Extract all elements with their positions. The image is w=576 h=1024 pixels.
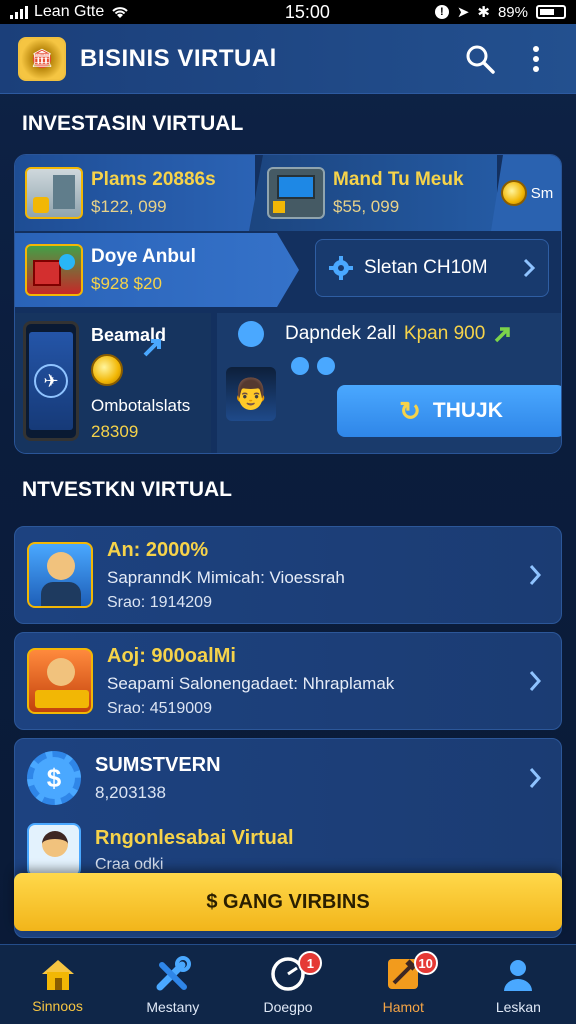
- bottom-nav: Sinnoos Mestany 1 Doegpo 10 Hamot Leskan: [0, 944, 576, 1024]
- coin-icon: [500, 180, 527, 206]
- app-bar: 🏛 BISINIS VIRTUAl: [0, 24, 576, 94]
- card-label: Sm: [530, 184, 554, 202]
- people-icon: [291, 357, 309, 375]
- item-value: 8,203138: [95, 782, 166, 802]
- nav-label: Mestany: [146, 998, 200, 1015]
- battery-percent: 89%: [497, 3, 528, 21]
- chevron-right-icon: [523, 258, 536, 278]
- item-title: Aoj: 900oalMi: [107, 644, 236, 667]
- nav-item-profile[interactable]: Leskan: [461, 945, 576, 1024]
- list-row-sumstvern[interactable]: $ SUMSTVERN 8,203138: [27, 751, 549, 805]
- wifi-icon: [112, 7, 128, 18]
- investment-card-mand[interactable]: Mand Tu Meuk $55, 099: [249, 155, 497, 231]
- item-title: Rngonlesabai Virtual: [95, 826, 294, 849]
- item-value: Srao: 1914209: [107, 593, 212, 611]
- card-title: Mand Tu Meuk: [333, 169, 464, 190]
- section-title-ntvestkn: NTVESTKN VIRTUAL: [22, 478, 232, 501]
- chevron-right-icon: [521, 667, 549, 695]
- card-value: $55, 099: [333, 197, 400, 216]
- alert-icon: !: [434, 5, 449, 19]
- investment-card-grid: Plams 20886s $122, 099 Mand Tu Meuk $55,…: [14, 154, 562, 454]
- avatar: 👨: [226, 367, 276, 421]
- chevron-right-icon: [521, 561, 549, 589]
- item-subtitle: Seapami Salonengadaet: Nhraplamak: [107, 673, 395, 693]
- card-value: 28309: [91, 422, 139, 441]
- investment-card-sm[interactable]: Sm: [491, 155, 561, 231]
- investment-card-dapndek[interactable]: 👨 Dapndek 2all Kpan 900 ↻ THUJK: [217, 313, 561, 453]
- app-title: BISINIS VIRTUAl: [80, 44, 277, 72]
- shopkeeper-icon: [27, 648, 93, 714]
- list-item[interactable]: Aoj: 900oalMi Seapami Salonengadaet: Nhr…: [14, 632, 562, 730]
- sletan-label: Sletan CH10M: [364, 257, 488, 278]
- list-row-rngonlesabai[interactable]: Rngonlesabai Virtual Craa odki: [27, 823, 549, 877]
- city-building-icon: [25, 167, 83, 219]
- sletan-button[interactable]: Sletan CH10M: [315, 239, 549, 297]
- item-title: SUMSTVERN: [95, 753, 221, 776]
- toy-shop-icon: [25, 244, 83, 296]
- carrier-label: Lean Gtte: [34, 3, 105, 20]
- businessman-icon: [27, 542, 93, 608]
- phone-icon: ✈: [23, 321, 79, 441]
- item-value: Srao: 4519009: [107, 699, 212, 717]
- notification-badge: 1: [298, 951, 323, 975]
- item-subtitle: SapranndK Mimicah: Vioessrah: [107, 567, 345, 587]
- card-value: $122, 099: [91, 197, 167, 216]
- card-title: Plams 20886s: [91, 169, 216, 190]
- search-icon: [466, 45, 495, 74]
- avatar: [27, 823, 81, 877]
- people-icon: [317, 357, 335, 375]
- coin-icon: [91, 354, 123, 386]
- nav-label: Leskan: [495, 998, 541, 1015]
- button-label: THUJK: [432, 399, 503, 422]
- signal-icon: [10, 5, 28, 19]
- tools-icon: [156, 955, 191, 990]
- arrow-up-icon: [143, 339, 161, 357]
- nav-label: Doegpo: [263, 998, 313, 1015]
- investment-card-plams[interactable]: Plams 20886s $122, 099: [15, 155, 255, 231]
- nav-item-gauge[interactable]: 1 Doegpo: [230, 945, 345, 1024]
- thujk-button[interactable]: ↻ THUJK: [337, 385, 561, 437]
- refresh-icon: ↻: [399, 395, 421, 426]
- chevron-right-icon: [521, 764, 549, 792]
- list-item[interactable]: An: 2000% SapranndK Mimicah: Vioessrah S…: [14, 526, 562, 624]
- nav-item-hammer[interactable]: 10 Hamot: [346, 945, 461, 1024]
- section-title-investasi: INVESTASIN VIRTUAL: [22, 112, 244, 135]
- computer-desk-icon: [267, 167, 325, 219]
- location-icon: ➤: [456, 4, 470, 21]
- item-title: An: 2000%: [107, 538, 209, 561]
- home-icon: [41, 959, 74, 990]
- bluetooth-icon: ✱: [477, 4, 490, 21]
- card-title: Dapndek 2all: [285, 323, 396, 344]
- more-menu-button[interactable]: [514, 37, 558, 81]
- card-highlight: Kpan 900: [403, 323, 486, 344]
- gear-icon: [329, 256, 353, 280]
- investment-card-beamald[interactable]: ✈ Beamald Ombotalslats 28309: [15, 313, 211, 453]
- more-vertical-icon: [533, 45, 539, 72]
- nav-label: Hamot: [382, 998, 424, 1015]
- app-logo: 🏛: [18, 36, 66, 81]
- battery-icon: [536, 5, 566, 19]
- notification-badge: 10: [413, 951, 438, 975]
- investment-card-doye[interactable]: Doye Anbul $928 $20: [15, 233, 299, 307]
- nav-label: Sinnoos: [32, 997, 83, 1014]
- gang-virbins-button[interactable]: $ GANG VIRBINS: [14, 873, 562, 931]
- clock: 15:00: [284, 1, 330, 22]
- status-bar: Lean Gtte 15:00 ! ➤ ✱ 89%: [0, 0, 576, 24]
- card-title: Doye Anbul: [91, 246, 196, 267]
- card-subtitle: Ombotalslats: [91, 396, 191, 415]
- dollar-gear-icon: $: [27, 751, 81, 805]
- nav-item-home[interactable]: Sinnoos: [0, 945, 115, 1024]
- item-value: Craa odki: [95, 855, 164, 873]
- arrow-up-right-icon: [495, 327, 511, 343]
- user-icon: [504, 959, 533, 991]
- card-value: $928 $20: [91, 274, 162, 293]
- search-button[interactable]: [458, 37, 502, 81]
- nav-item-tools[interactable]: Mestany: [115, 945, 230, 1024]
- user-badge-icon: [238, 321, 264, 347]
